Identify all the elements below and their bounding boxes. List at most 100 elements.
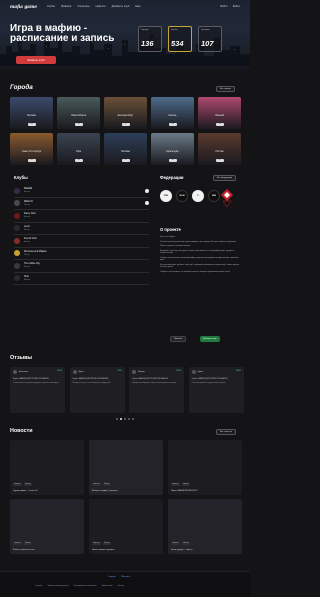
city-card[interactable]: Краснодар 14 bbox=[151, 133, 194, 165]
city-card[interactable]: Ростов 22 bbox=[198, 133, 241, 165]
club-info: Club Москва bbox=[24, 276, 30, 281]
carousel-dot[interactable] bbox=[132, 418, 134, 420]
footer-link-privacy[interactable]: Политика обработки данных bbox=[48, 586, 69, 587]
review-card[interactable]: Ирина 10/10 Клубы: МАФИЯ ДЛЯ ПРОФЕССИОНАЛО… bbox=[188, 367, 244, 413]
club-info: Mafia 31 Москва bbox=[24, 201, 33, 206]
federation-logo[interactable]: ФСМ bbox=[176, 190, 188, 202]
federation-logo[interactable]: FMF bbox=[160, 190, 172, 202]
brand-emblem-icon bbox=[221, 189, 233, 208]
clubs-list: Mafia92 Москва Mafia 31 Москва Fancy Club Мос… bbox=[14, 185, 149, 285]
club-logo bbox=[14, 212, 20, 219]
city-card[interactable]: Москва 12 bbox=[104, 133, 147, 165]
news-card[interactable]: Новости Москва Новые правила турниров bbox=[89, 499, 163, 554]
city-card[interactable]: Новосибирск 16 bbox=[57, 97, 100, 129]
review-header: Анастасия bbox=[13, 370, 62, 374]
footer-link-about[interactable]: О проекте bbox=[35, 586, 43, 587]
news-card[interactable]: Новости Москва Рейтинг клубов за сезон bbox=[10, 499, 84, 554]
nav-item-more[interactable]: Еще bbox=[135, 5, 140, 8]
city-card[interactable]: Москва 112 bbox=[10, 97, 53, 129]
federation-logos: FMF ФСМ P ММ bbox=[160, 190, 220, 202]
review-score: 9/10 bbox=[117, 370, 122, 372]
news-tag: Новости bbox=[92, 483, 101, 486]
club-row[interactable]: The Coffee City Москва bbox=[14, 260, 149, 273]
news-tag: Москва bbox=[23, 542, 32, 545]
all-federations-button[interactable]: Все федерации bbox=[213, 175, 237, 181]
all-news-button[interactable]: Все новости bbox=[216, 429, 236, 435]
club-info: Lenin Москва bbox=[24, 226, 30, 231]
footer-link-add-club[interactable]: Добавить клуб bbox=[102, 586, 113, 587]
news-title: Итоги турнира — финал bbox=[171, 549, 193, 551]
footer-link-contacts[interactable]: Контакты bbox=[117, 586, 124, 587]
club-info: Игротека или Мафия Москва bbox=[24, 251, 46, 256]
news-card[interactable]: Новости Москва Выборы в мафии. Стратегии bbox=[89, 440, 163, 495]
stat-label: Турниров bbox=[201, 29, 210, 31]
city-card[interactable]: Санкт-Петербург 61 bbox=[10, 133, 53, 165]
nav-item-rules[interactable]: Правила bbox=[61, 5, 72, 8]
city-card[interactable]: Нижний 33 bbox=[198, 97, 241, 129]
federation-logo[interactable]: ММ bbox=[208, 190, 220, 202]
club-logo bbox=[14, 187, 20, 194]
carousel-dot[interactable] bbox=[116, 418, 118, 420]
nav-item-add-club[interactable]: Добавить клуб bbox=[112, 5, 130, 8]
club-city: Москва bbox=[24, 228, 30, 231]
add-club-button[interactable]: Добавить клуб bbox=[200, 336, 220, 342]
stat-clubs: Клубов 534 bbox=[168, 26, 192, 52]
city-count-badge: 16 bbox=[74, 122, 83, 126]
nav-item-news[interactable]: Новости bbox=[96, 5, 106, 8]
review-club: Клубы: МАФИЯ ДЛЯ ПРОФЕССИОНАЛОВ bbox=[191, 378, 228, 380]
club-row[interactable]: Mafia 31 Москва bbox=[14, 198, 149, 210]
nav-right-item[interactable]: Войти bbox=[220, 5, 227, 8]
review-card[interactable]: Дарья 9/10 Клубы: МАФИЯ ДЛЯ ПРОФЕССИОНАЛОВ… bbox=[69, 367, 125, 413]
club-row[interactable]: Lenin Москва bbox=[14, 223, 149, 235]
city-name: Нижний bbox=[214, 114, 225, 117]
club-info: French Club Москва bbox=[24, 238, 37, 243]
about-paragraph: Для организаторов: добавьте свой клуб, п… bbox=[160, 263, 239, 269]
logo[interactable]: mafia game bbox=[10, 4, 37, 9]
city-name: Санкт-Петербург bbox=[21, 150, 42, 153]
news-card[interactable]: Новости Москва Турнир мафии — Сезон №1 bbox=[10, 440, 84, 495]
telegram-link[interactable]: Telegram bbox=[108, 576, 115, 578]
city-count-badge: 33 bbox=[215, 122, 224, 126]
review-card[interactable]: Максим 10/10 Клубы: МАФИЯ ДЛЯ ПРОФЕССИОНАЛ… bbox=[129, 367, 185, 413]
city-card[interactable]: Казань 18 bbox=[151, 97, 194, 129]
city-card[interactable]: Екатеринбург 17 bbox=[104, 97, 147, 129]
club-row[interactable]: French Club Москва bbox=[14, 235, 149, 248]
club-row[interactable]: Fancy Club Москва bbox=[14, 210, 149, 223]
city-count-badge: 14 bbox=[168, 158, 177, 162]
stat-value: 534 bbox=[171, 39, 184, 48]
stat-value: 107 bbox=[201, 39, 214, 48]
footer-link-terms[interactable]: Пользовательское соглашение bbox=[74, 586, 97, 587]
nav-item-sponsors[interactable]: Спонсоры bbox=[77, 5, 89, 8]
carousel-dot[interactable] bbox=[124, 418, 126, 420]
carousel-dot[interactable] bbox=[128, 418, 130, 420]
nav-item-clubs[interactable]: Клубы bbox=[47, 5, 55, 8]
city-card[interactable]: Уфа 14 bbox=[57, 133, 100, 165]
federations-title: Федерации bbox=[160, 175, 184, 180]
avatar bbox=[191, 370, 196, 374]
news-card[interactable]: Новости Москва Итоги турнира — финал bbox=[168, 499, 242, 554]
federation-logo[interactable]: P bbox=[192, 190, 204, 202]
club-row[interactable]: Club Москва bbox=[14, 273, 149, 285]
choose-club-button[interactable]: Выбрать клуб bbox=[16, 56, 56, 64]
about-paragraph: Полный список и расписание клубов мафии … bbox=[160, 240, 237, 243]
carousel-dot-active[interactable] bbox=[120, 418, 122, 420]
rules-button[interactable]: Правила bbox=[170, 336, 187, 342]
review-club: Клубы: МАФИЯ ДЛЯ ПРОФЕССИОНАЛОВ bbox=[13, 378, 49, 380]
login-link[interactable]: Войти bbox=[233, 5, 240, 8]
club-city: Москва bbox=[24, 216, 30, 219]
reviews-title: Отзывы bbox=[10, 355, 33, 361]
review-text: Отличный клуб, хорошие ведущие и приятна… bbox=[13, 382, 60, 384]
club-name: Club bbox=[24, 275, 29, 278]
city-name: Ростов bbox=[215, 150, 224, 153]
review-card[interactable]: Анастасия 10/10 Клубы: МАФИЯ ДЛЯ ПРОФЕССИО… bbox=[10, 367, 65, 413]
club-row[interactable]: Игротека или Мафия Москва bbox=[14, 248, 149, 260]
club-row[interactable]: Mafia92 Москва bbox=[14, 185, 149, 198]
top-navigation: mafia game Клубы Правила Спонсоры Новост… bbox=[0, 0, 250, 13]
news-card[interactable]: Новости Москва Проект МАФИЯ PROMOCUP 2 bbox=[168, 440, 242, 495]
news-tag: Москва bbox=[102, 483, 111, 486]
all-cities-button[interactable]: Все города bbox=[216, 86, 235, 92]
nav-right: Войти Войти bbox=[220, 5, 240, 8]
review-text: Очень понравилось, дружелюбные игроки. bbox=[191, 382, 226, 384]
vk-link[interactable]: ВКонтакте bbox=[121, 576, 130, 578]
review-score: 10/10 bbox=[56, 370, 62, 372]
